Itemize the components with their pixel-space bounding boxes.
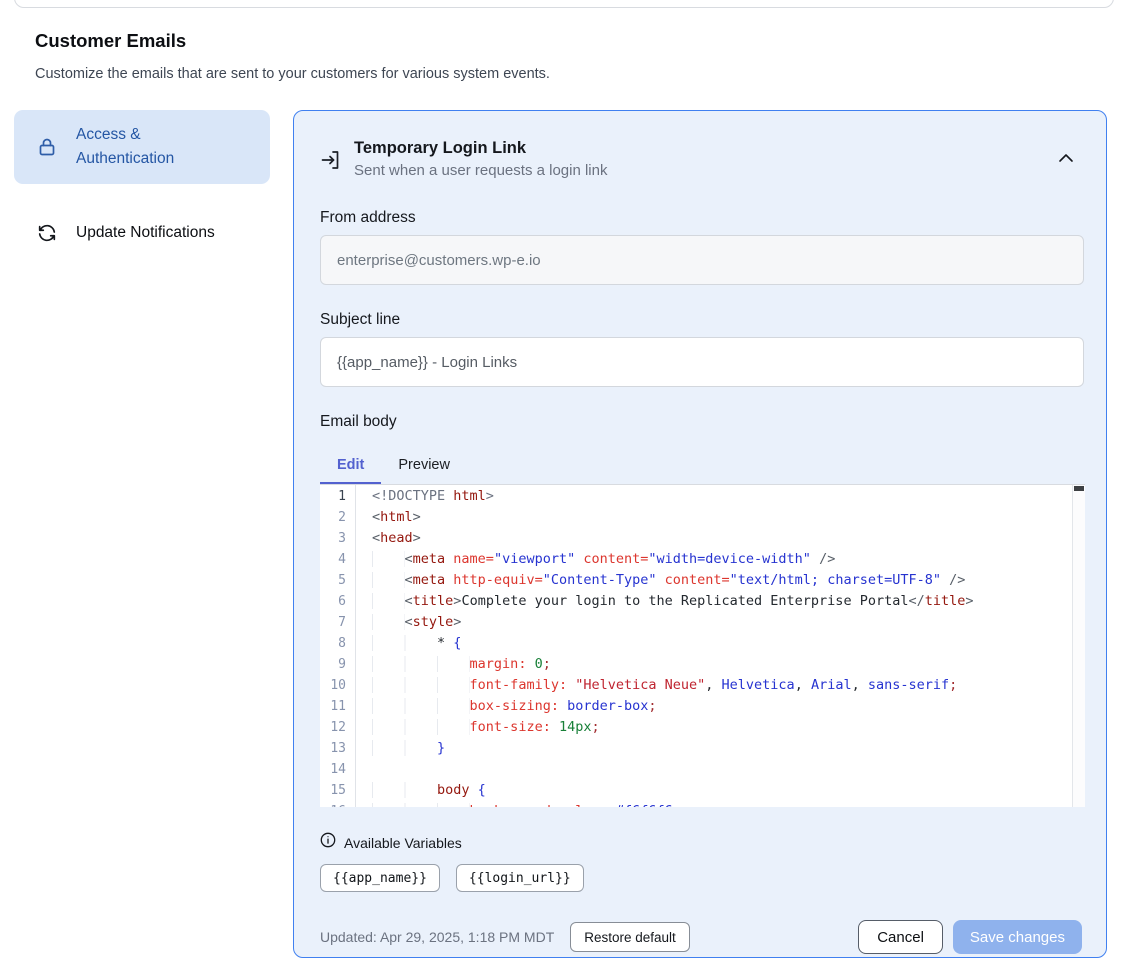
refresh-icon <box>36 222 58 244</box>
card-footer: Updated: Apr 29, 2025, 1:18 PM MDT Resto… <box>320 920 1082 954</box>
subject-line-input[interactable] <box>320 337 1084 387</box>
tab-preview[interactable]: Preview <box>381 447 467 485</box>
chevron-up-icon <box>1058 151 1074 166</box>
tab-edit[interactable]: Edit <box>320 447 381 485</box>
page-title: Customer Emails <box>35 30 186 52</box>
editor-scrollbar[interactable] <box>1072 485 1085 807</box>
email-body-code-editor[interactable]: 12345678910111213141516 <!DOCTYPE html><… <box>320 484 1085 807</box>
available-variables-row: Available Variables <box>320 832 1082 853</box>
variable-chip-login-url[interactable]: {{login_url}} <box>456 864 584 892</box>
subject-line-label: Subject line <box>320 311 1082 329</box>
sidebar-item-update-notifications[interactable]: Update Notifications <box>14 208 270 258</box>
email-body-tabs: Edit Preview <box>320 447 1082 484</box>
from-address-label: From address <box>320 209 1082 227</box>
card-header: Temporary Login Link Sent when a user re… <box>320 137 1082 183</box>
customer-emails-page: Customer Emails Customize the emails tha… <box>0 0 1128 980</box>
card-title: Temporary Login Link <box>354 137 607 159</box>
previous-card-bottom-edge <box>14 0 1114 8</box>
editor-line-numbers: 12345678910111213141516 <box>320 485 356 807</box>
cancel-button[interactable]: Cancel <box>858 920 943 954</box>
sidebar-item-access-authentication[interactable]: Access & Authentication <box>14 110 270 184</box>
from-address-input <box>320 235 1084 285</box>
editor-code[interactable]: <!DOCTYPE html><html><head> <meta name="… <box>356 485 1085 807</box>
info-icon[interactable] <box>320 832 336 853</box>
variable-chips: {{app_name}} {{login_url}} <box>320 864 1082 892</box>
restore-default-button[interactable]: Restore default <box>570 922 690 952</box>
lock-icon <box>36 136 58 158</box>
collapse-button[interactable] <box>1054 147 1078 170</box>
email-body-label: Email body <box>320 413 1082 431</box>
save-changes-button[interactable]: Save changes <box>953 920 1082 954</box>
login-icon <box>320 148 341 172</box>
card-subtitle: Sent when a user requests a login link <box>354 159 607 183</box>
available-variables-label: Available Variables <box>344 835 462 851</box>
updated-timestamp: Updated: Apr 29, 2025, 1:18 PM MDT <box>320 929 554 945</box>
sidebar-item-label: Access & Authentication <box>76 123 216 171</box>
card-header-text: Temporary Login Link Sent when a user re… <box>354 137 607 183</box>
variable-chip-app-name[interactable]: {{app_name}} <box>320 864 440 892</box>
page-subtitle: Customize the emails that are sent to yo… <box>35 66 550 82</box>
sidebar-item-label: Update Notifications <box>76 221 215 245</box>
temporary-login-link-card: Temporary Login Link Sent when a user re… <box>293 110 1107 958</box>
sidebar: Access & Authentication Update Notificat… <box>14 110 270 258</box>
editor-scrollbar-thumb[interactable] <box>1074 486 1084 491</box>
